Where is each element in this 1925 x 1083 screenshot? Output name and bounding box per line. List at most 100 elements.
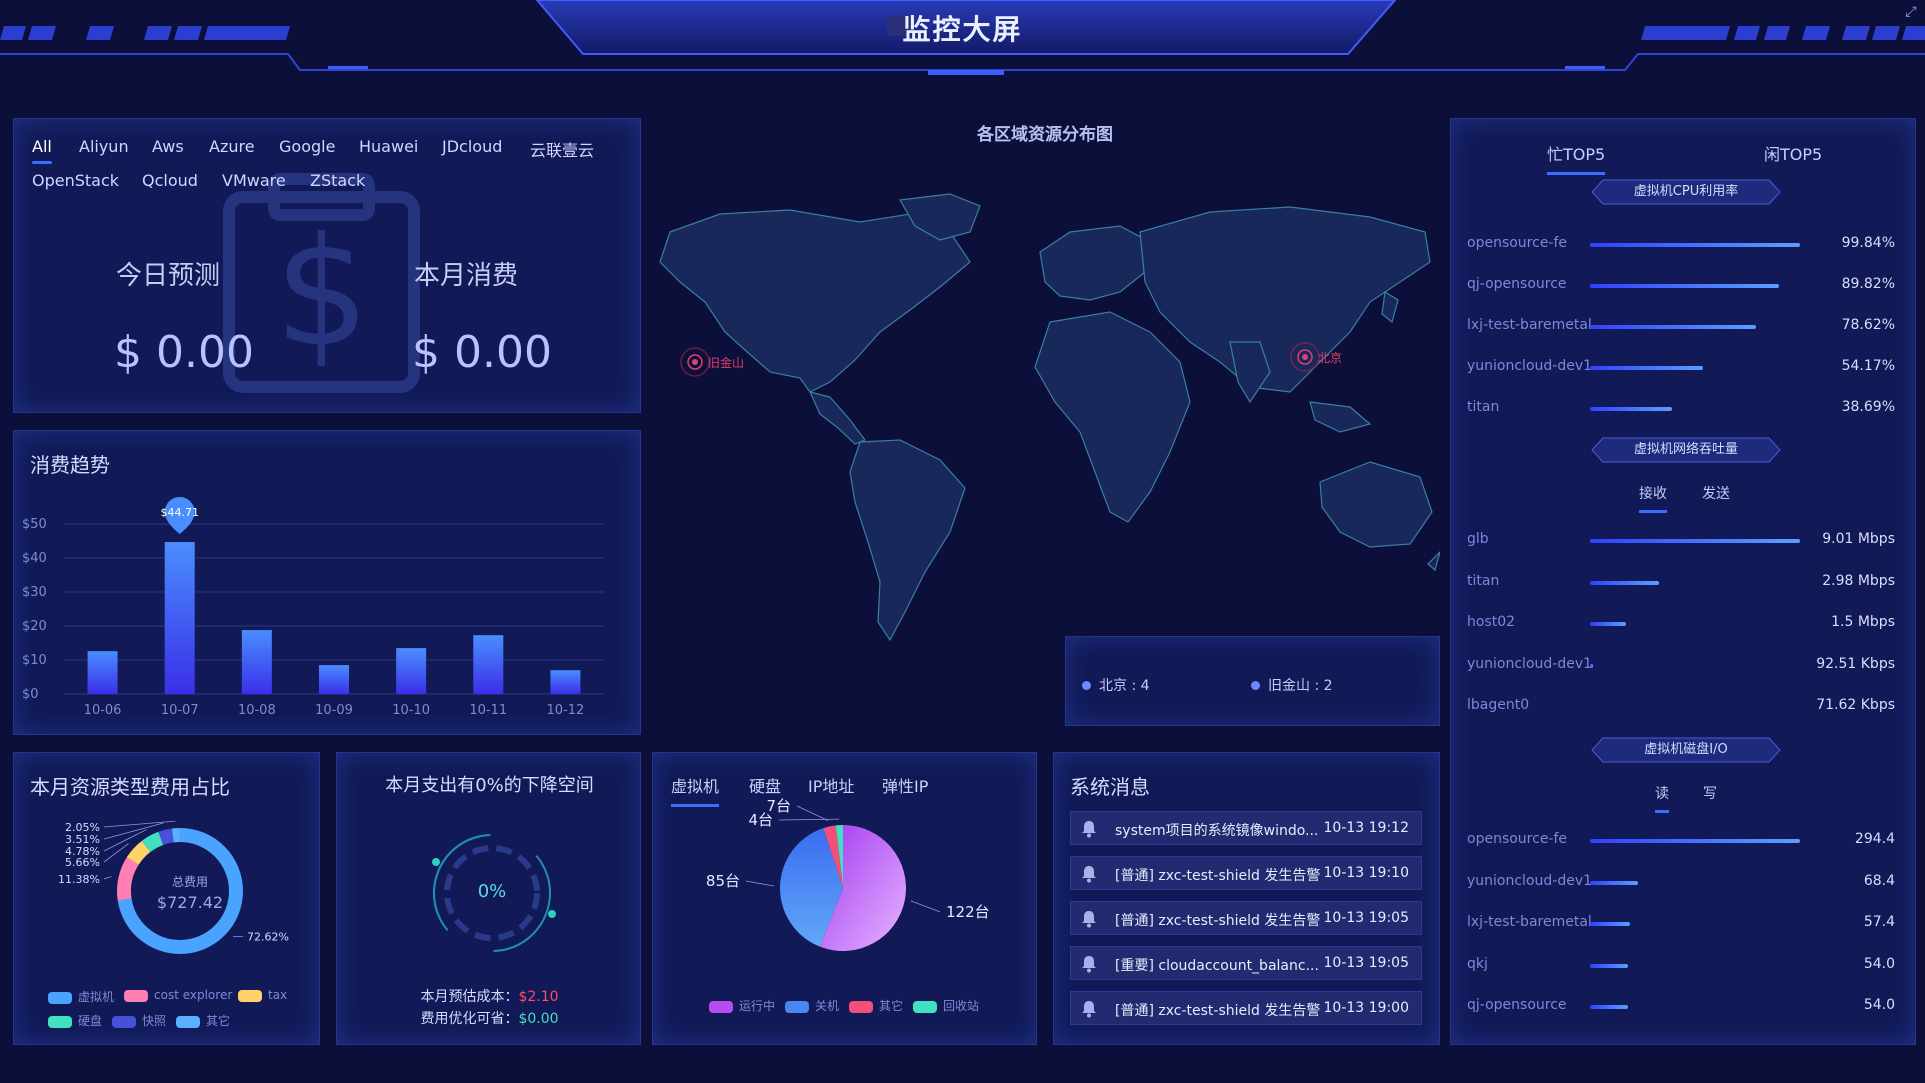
rank-name: host02 (1467, 614, 1516, 630)
rank-bar-track (1590, 705, 1800, 709)
rank-value: 1.5 Mbps (1831, 614, 1895, 630)
y-tick-label: $20 (22, 619, 47, 634)
cloud-tab-all[interactable]: All (32, 137, 52, 164)
message-row[interactable]: [重要] cloudaccount_balanc... 10-13 19:05 (1070, 946, 1422, 980)
rank-name: yunioncloud-dev1 (1467, 872, 1593, 889)
cloud-tab-google[interactable]: Google (279, 137, 335, 156)
cloud-tab-qcloud[interactable]: Qcloud (142, 171, 198, 190)
bar-10-07[interactable] (164, 541, 195, 694)
legend-disk: 硬盘 (48, 1012, 102, 1029)
disk-rank-row[interactable]: lxj-test-baremetal 57.4 (1451, 914, 1911, 934)
message-row[interactable]: [普通] zxc-test-shield 发生告警 10-13 19:00 (1070, 991, 1422, 1025)
rank-value: 294.4 (1854, 831, 1895, 847)
estimated-cost-label: 本月预估成本： (420, 989, 519, 1005)
donut-center-value: $727.42 (156, 893, 224, 912)
bell-icon (1082, 1001, 1096, 1018)
rank-bar-track (1590, 663, 1800, 668)
marker-sanfrancisco[interactable] (680, 347, 710, 377)
network-rank-row[interactable]: lbagent0 71.62 Kbps (1451, 697, 1911, 717)
rank-name: opensource-fe (1467, 831, 1568, 847)
network-rank-row[interactable]: glb 9.01 Mbps (1451, 531, 1911, 551)
legend-sanfrancisco: 旧金山 : 2 (1251, 675, 1333, 695)
marker-label-beijing: 北京 (1318, 351, 1342, 365)
rank-bar (1590, 325, 1756, 329)
cloud-tab-vmware[interactable]: VMware (222, 171, 286, 190)
tab-read[interactable]: 读 (1655, 783, 1669, 813)
message-text: [普通] zxc-test-shield 发生告警 (1115, 913, 1321, 929)
month-cost-value: $ 0.00 (412, 327, 552, 378)
cpu-rank-row[interactable]: yunioncloud-dev1 54.17% (1451, 358, 1911, 378)
fullscreen-icon[interactable]: ⤢ (1903, 4, 1919, 20)
cloud-tab-aws[interactable]: Aws (152, 137, 184, 156)
message-row[interactable]: [普通] zxc-test-shield 发生告警 10-13 19:10 (1070, 856, 1422, 890)
legend-other: 其它 (176, 1012, 230, 1029)
cloud-tab-yunlian[interactable]: 云联壹云 (530, 137, 594, 161)
legend-sanfrancisco-label: 旧金山 : 2 (1268, 678, 1333, 694)
network-rank-row[interactable]: yunioncloud-dev1 92.51 Kbps (1451, 656, 1911, 676)
message-time: 10-13 19:05 (1323, 955, 1409, 971)
estimated-cost-row: 本月预估成本：$2.10 (337, 986, 642, 1006)
rank-bar-track (1590, 366, 1800, 370)
legend-vm-label: 虚拟机 (78, 990, 115, 1004)
y-tick-label: $0 (22, 687, 39, 702)
cloud-tab-aliyun[interactable]: Aliyun (79, 137, 129, 156)
rank-value: 54.0 (1863, 955, 1895, 972)
slice-label-4: 3.51% (65, 833, 100, 846)
cpu-section-badge: 虚拟机CPU利用率 (1591, 179, 1781, 205)
x-tick-label: 10-10 (392, 703, 430, 718)
network-rank-row[interactable]: host02 1.5 Mbps (1451, 614, 1911, 634)
bar-10-11[interactable] (473, 635, 504, 694)
rank-bar (1590, 880, 1639, 885)
x-tick-label: 10-09 (315, 703, 353, 718)
pie-label-1: 85台 (706, 872, 740, 890)
rank-bar (1590, 663, 1593, 668)
slice-label-3: 4.78% (65, 845, 100, 858)
disk-rank-row[interactable]: qkj 54.0 (1451, 956, 1911, 976)
x-tick-label: 10-06 (84, 703, 122, 718)
x-tick-label: 10-11 (469, 703, 507, 718)
legend-vm: 虚拟机 (48, 988, 114, 1005)
rank-value: 78.62% (1841, 317, 1895, 333)
rank-value: 99.84% (1841, 235, 1895, 251)
rank-bar-track (1590, 963, 1800, 968)
cloud-tab-zstack[interactable]: ZStack (310, 171, 365, 190)
cpu-rank-row[interactable]: lxj-test-baremetal 78.62% (1451, 317, 1911, 337)
cpu-rank-row[interactable]: titan 38.69% (1451, 399, 1911, 419)
tab-busy-top5[interactable]: 忙TOP5 (1547, 141, 1606, 175)
rank-value: 2.98 Mbps (1822, 572, 1895, 589)
tab-send[interactable]: 发送 (1702, 483, 1730, 503)
tab-write[interactable]: 写 (1703, 783, 1717, 803)
disk-rank-row[interactable]: opensource-fe 294.4 (1451, 831, 1911, 851)
type-ratio-panel: 本月资源类型费用占比 72.62% 11.38% 5.66% 4.78% 3.51% 2.… (13, 752, 320, 1045)
tab-receive[interactable]: 接收 (1639, 483, 1667, 513)
bar-10-06[interactable] (87, 651, 118, 694)
cloud-tab-azure[interactable]: Azure (209, 137, 255, 156)
message-row[interactable]: [普通] zxc-test-shield 发生告警 10-13 19:05 (1070, 901, 1422, 935)
cloud-tab-openstack[interactable]: OpenStack (32, 171, 119, 190)
bar-10-08[interactable] (241, 630, 272, 694)
network-rank-row[interactable]: titan 2.98 Mbps (1451, 573, 1911, 593)
legend-other-res: 其它 (849, 997, 903, 1014)
cloud-tab-huawei[interactable]: Huawei (359, 137, 418, 156)
cpu-rank-row[interactable]: qj-opensource 89.82% (1451, 276, 1911, 296)
rank-bar (1590, 839, 1800, 843)
cpu-rank-row[interactable]: opensource-fe 99.84% (1451, 235, 1911, 255)
rank-name: lbagent0 (1467, 697, 1530, 713)
cloud-tab-jdcloud[interactable]: JDcloud (442, 137, 502, 156)
rank-bar (1590, 539, 1800, 543)
x-tick-label: 10-12 (547, 703, 585, 718)
bar-10-09[interactable] (319, 665, 349, 694)
rank-bar-track (1590, 622, 1800, 626)
legend-cost-explorer-label: cost explorer (154, 988, 233, 1002)
disk-rank-row[interactable]: qj-opensource 54.0 (1451, 997, 1911, 1017)
slice-label-0: 72.62% (247, 931, 289, 944)
bar-10-10[interactable] (396, 648, 427, 694)
bar-10-12[interactable] (550, 670, 581, 694)
disk-rank-row[interactable]: yunioncloud-dev1 68.4 (1451, 873, 1911, 893)
message-row[interactable]: system项目的系统镜像windo... 10-13 19:12 (1070, 811, 1422, 845)
tab-idle-top5[interactable]: 闲TOP5 (1764, 141, 1822, 165)
world-map[interactable]: 旧金山 北京 (650, 192, 1440, 662)
legend-cost-explorer: cost explorer (124, 988, 232, 1002)
bell-icon (1082, 911, 1096, 928)
donut-slice-1[interactable] (116, 827, 244, 954)
